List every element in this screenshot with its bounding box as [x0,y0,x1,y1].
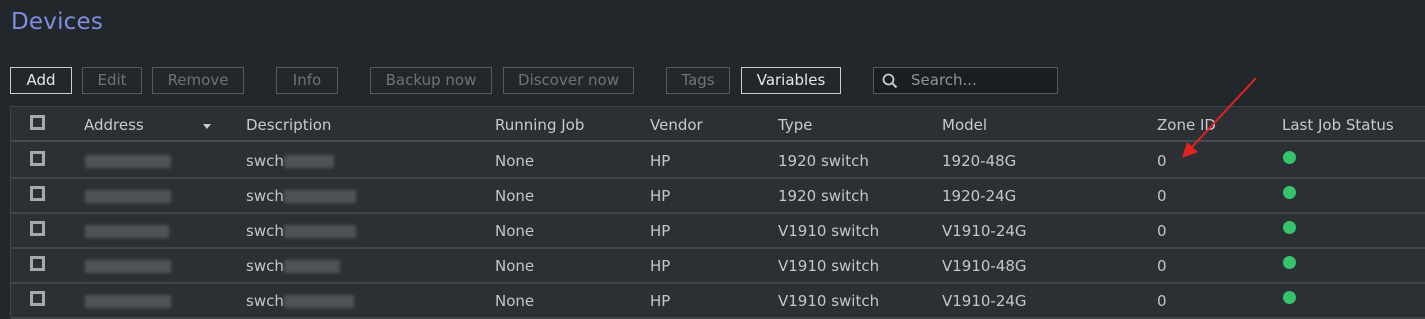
status-dot-icon [1283,186,1296,199]
redacted-address [85,155,171,168]
status-dot-icon [1283,151,1296,164]
discover-now-button[interactable]: Discover now [503,67,634,94]
vendor-cell: HP [650,152,671,170]
table-row[interactable]: swch None HP 1920 switch 1920-48G 0 [11,142,1425,179]
column-header-type[interactable]: Type [778,116,812,134]
description-text: swch [246,257,284,275]
model-cell: V1910-48G [942,257,1027,275]
add-button[interactable]: Add [10,67,72,94]
status-dot-icon [1283,221,1296,234]
running-job-cell: None [495,222,535,240]
column-header-address[interactable]: Address [84,116,144,134]
column-header-running-job[interactable]: Running Job [495,116,584,134]
type-cell: 1920 switch [778,187,869,205]
table-row[interactable]: swch None HP V1910 switch V1910-24G 0 [11,212,1425,249]
row-checkbox[interactable] [30,151,45,166]
search-icon [882,73,898,89]
vendor-cell: HP [650,222,671,240]
status-dot-icon [1283,291,1296,304]
zone-id-cell: 0 [1157,257,1167,275]
model-cell: V1910-24G [942,292,1027,310]
running-job-cell: None [495,187,535,205]
column-header-description[interactable]: Description [246,116,331,134]
address-cell [85,257,171,275]
row-checkbox[interactable] [30,221,45,236]
running-job-cell: None [495,152,535,170]
sort-desc-icon[interactable] [203,124,211,129]
type-cell: V1910 switch [778,292,880,310]
column-header-zone-id[interactable]: Zone ID [1157,116,1216,134]
column-header-last-job-status[interactable]: Last Job Status [1282,116,1394,134]
row-checkbox[interactable] [30,291,45,306]
row-checkbox[interactable] [30,186,45,201]
edit-button[interactable]: Edit [82,67,142,94]
description-cell: swch [246,292,354,310]
model-cell: 1920-48G [942,152,1017,170]
redacted-description [283,155,334,168]
status-dot-icon [1283,256,1296,269]
table-row[interactable]: swch None HP V1910 switch V1910-24G 0 [11,282,1425,319]
backup-now-button[interactable]: Backup now [370,67,492,94]
description-cell: swch [246,257,340,275]
zone-id-cell: 0 [1157,222,1167,240]
type-cell: V1910 switch [778,222,880,240]
running-job-cell: None [495,257,535,275]
redacted-description [283,260,340,273]
table-header: Address Description Running Job Vendor T… [11,107,1425,142]
vendor-cell: HP [650,187,671,205]
search-input[interactable]: Search... [911,68,977,93]
description-text: swch [246,152,284,170]
address-cell [85,292,171,310]
redacted-description [283,295,354,308]
zone-id-cell: 0 [1157,187,1167,205]
description-cell: swch [246,222,356,240]
type-cell: V1910 switch [778,257,880,275]
remove-button[interactable]: Remove [152,67,244,94]
variables-button[interactable]: Variables [741,67,841,94]
info-button[interactable]: Info [276,67,338,94]
table-row[interactable]: swch None HP 1920 switch 1920-24G 0 [11,177,1425,214]
devices-table: Address Description Running Job Vendor T… [10,106,1425,319]
select-all-checkbox[interactable] [30,115,45,130]
description-cell: swch [246,152,334,170]
search-box[interactable]: Search... [873,67,1058,94]
redacted-address [85,295,171,308]
redacted-description [283,225,356,238]
row-checkbox[interactable] [30,256,45,271]
description-text: swch [246,292,284,310]
redacted-address [85,260,171,273]
vendor-cell: HP [650,257,671,275]
vendor-cell: HP [650,292,671,310]
address-cell [85,222,169,240]
column-header-vendor[interactable]: Vendor [650,116,703,134]
type-cell: 1920 switch [778,152,869,170]
description-text: swch [246,222,284,240]
model-cell: V1910-24G [942,222,1027,240]
description-cell: swch [246,187,356,205]
model-cell: 1920-24G [942,187,1017,205]
redacted-address [85,190,171,203]
redacted-address [85,225,169,238]
running-job-cell: None [495,292,535,310]
column-header-model[interactable]: Model [942,116,987,134]
redacted-description [283,190,356,203]
zone-id-cell: 0 [1157,292,1167,310]
zone-id-cell: 0 [1157,152,1167,170]
page-title: Devices [11,9,104,35]
address-cell [85,152,171,170]
tags-button[interactable]: Tags [666,67,730,94]
description-text: swch [246,187,284,205]
table-row[interactable]: swch None HP V1910 switch V1910-48G 0 [11,247,1425,284]
address-cell [85,187,171,205]
